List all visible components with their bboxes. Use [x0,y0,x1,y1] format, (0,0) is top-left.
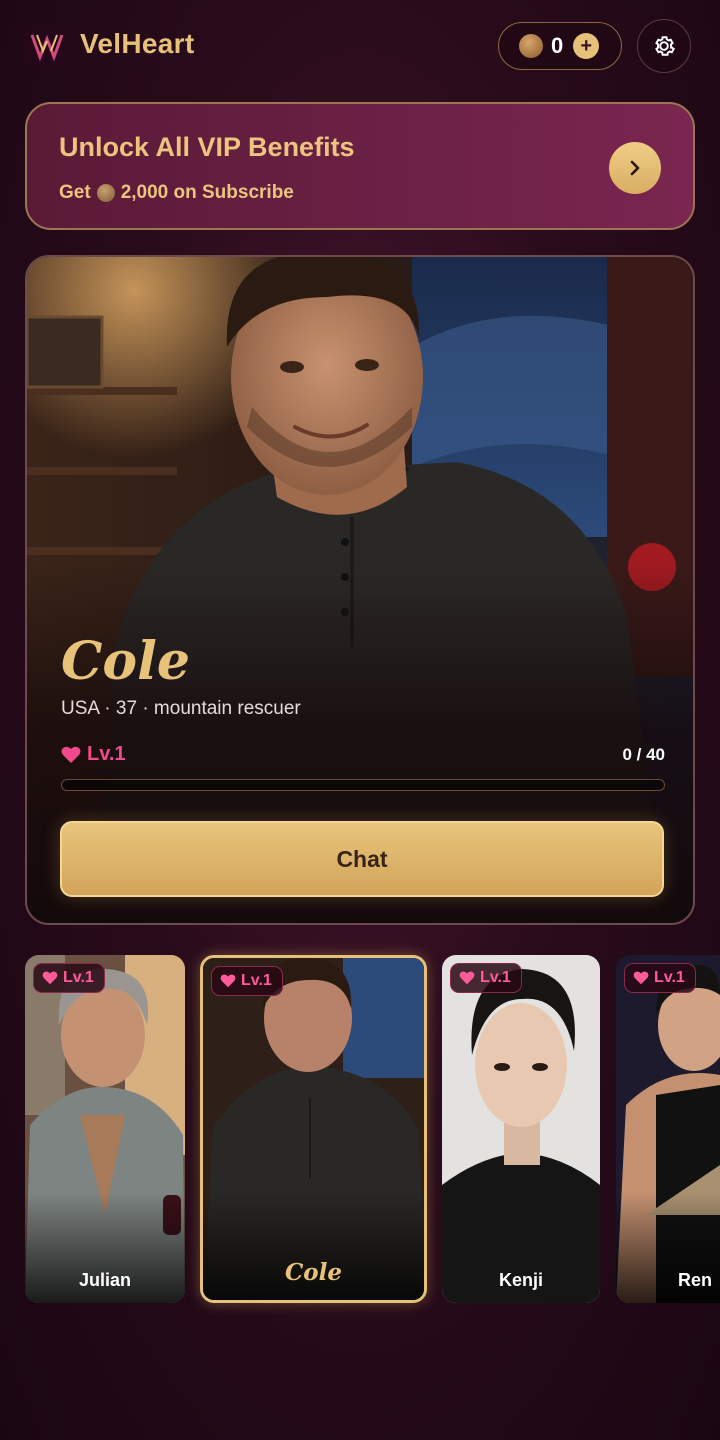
level-badge: Lv.1 [211,966,283,996]
level-row: Lv.1 0 / 40 [61,743,665,771]
featured-character-card[interactable]: Cole USA · 37 · mountain rescuer Lv.1 0 … [25,255,695,925]
level-badge-label: Lv.1 [480,969,511,986]
coin-icon [96,184,115,202]
character-thumb-kenji[interactable]: Lv.1 Kenji [442,955,600,1303]
gear-icon [655,36,676,56]
affection-progress-bar [61,779,665,791]
character-name: Cole [61,631,190,692]
level-badge: Lv.1 [33,963,105,993]
heart-icon [61,746,81,763]
vip-banner[interactable]: Unlock All VIP Benefits Get 2,000 on Sub… [25,102,695,230]
character-thumb-name: Julian [78,1270,131,1290]
heart-icon [459,971,475,985]
affection-progress-count: 0 / 40 [622,745,665,764]
character-thumb-cole[interactable]: Lv.1 Cole [200,955,427,1303]
vip-subtitle: Get 2,000 on Subscribe [59,182,294,204]
kenji-portrait-image [442,955,600,1303]
level-badge: Lv.1 [624,963,696,993]
vip-subtitle-prefix: Get [59,182,91,203]
chat-button[interactable]: Chat [60,821,664,897]
character-thumb-julian[interactable]: Lv.1 Julian [25,955,185,1303]
vip-arrow-button[interactable] [609,142,661,194]
coin-icon [519,34,543,58]
level-badge-label: Lv.1 [63,969,94,986]
heart-icon [42,971,58,985]
character-meta: USA · 37 · mountain rescuer [61,698,301,719]
settings-button[interactable] [637,19,691,73]
level-label: Lv.1 [87,743,126,765]
velheart-logo-icon [26,26,68,66]
level-badge-label: Lv.1 [241,972,272,989]
character-thumb-ren[interactable]: Lv.1 Ren [616,955,720,1303]
character-thumb-name: Cole [284,1259,343,1286]
app-title: VelHeart [80,28,195,59]
character-thumb-name: Ren [677,1270,712,1290]
vip-title: Unlock All VIP Benefits [59,132,355,162]
level-badge: Lv.1 [450,963,522,993]
level-badge-label: Lv.1 [654,969,685,986]
app-header: VelHeart 0 + [0,0,720,96]
character-carousel[interactable]: Lv.1 Julian Lv.1 Cole Lv.1 Kenji Lv.1 Re… [0,955,720,1305]
coin-count: 0 [551,33,564,58]
add-coins-icon[interactable]: + [573,33,600,59]
heart-icon [220,974,236,988]
chevron-right-icon [630,160,640,176]
character-thumb-name: Kenji [498,1270,543,1290]
vip-subtitle-amount: 2,000 on Subscribe [120,182,294,203]
heart-icon [633,971,649,985]
coin-balance-button[interactable]: 0 + [498,22,622,70]
